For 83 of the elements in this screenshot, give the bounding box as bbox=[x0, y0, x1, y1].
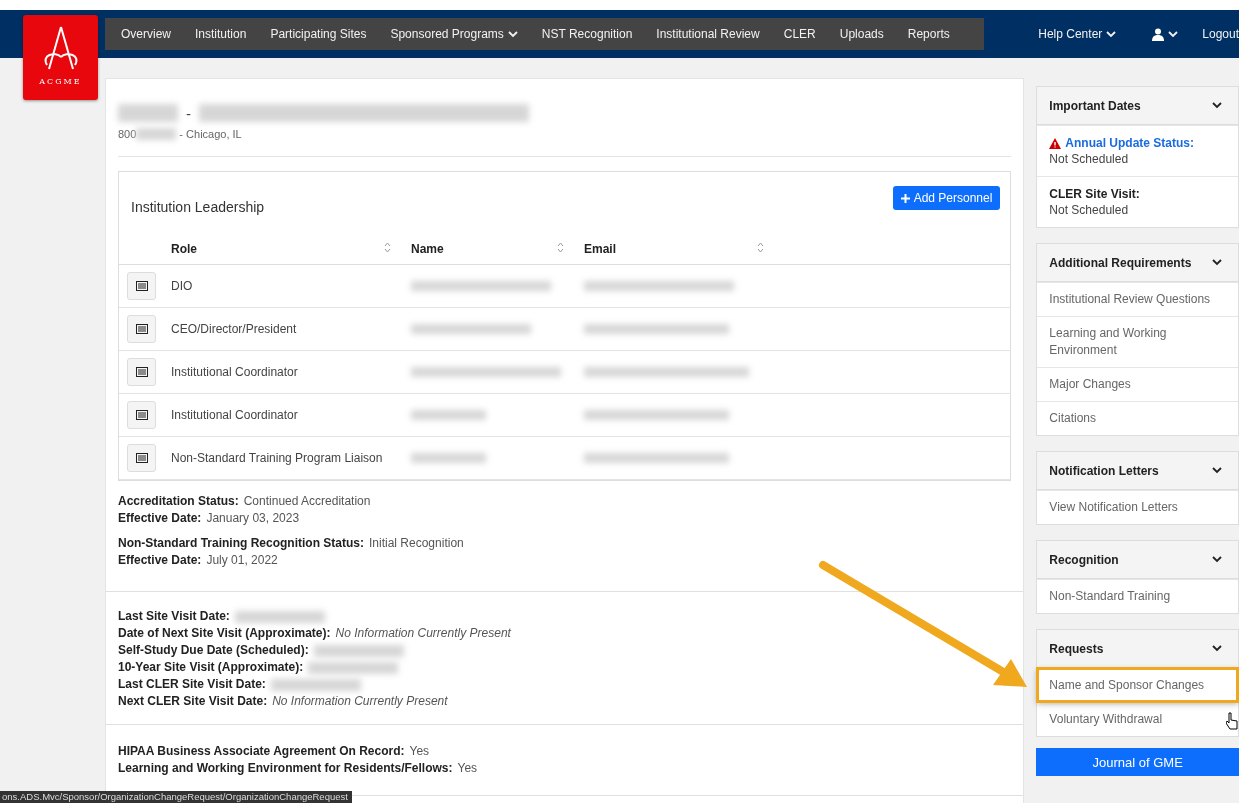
logo-text: ACGME bbox=[39, 77, 82, 86]
site-visit-label: Self-Study Due Date (Scheduled): bbox=[118, 642, 309, 659]
status-line: Effective Date: July 01, 2022 bbox=[118, 552, 279, 569]
nav-link[interactable]: Participating Sites bbox=[258, 27, 379, 41]
agreement-line: HIPAA Business Associate Agreement On Record: Yes bbox=[118, 743, 431, 760]
card-title: Institution Leadership bbox=[131, 199, 265, 215]
journal-button[interactable]: Journal of GME bbox=[1036, 748, 1239, 776]
sort-icon[interactable] bbox=[384, 242, 391, 253]
panel-header[interactable]: Important Dates bbox=[1037, 87, 1238, 125]
sidebar-link[interactable]: Major Changes bbox=[1037, 367, 1238, 401]
agreement-line: Learning and Working Environment for Residents/Fellows: Yes bbox=[118, 760, 479, 777]
sidebar-link[interactable]: View Notification Letters bbox=[1037, 490, 1238, 524]
nav-link[interactable]: Reports bbox=[895, 27, 962, 41]
title-separator: - bbox=[186, 104, 191, 122]
status-line: Accreditation Status: Continued Accreditation bbox=[118, 493, 372, 510]
nav-link[interactable]: NST Recognition bbox=[529, 27, 645, 41]
chevron-down-icon bbox=[1212, 102, 1222, 109]
site-visit-label: Last CLER Site Visit Date: bbox=[118, 676, 266, 693]
chevron-down-icon bbox=[1212, 556, 1222, 563]
details-button[interactable] bbox=[127, 315, 156, 343]
nav-link[interactable]: Overview bbox=[109, 27, 183, 41]
nav-link[interactable]: Institution bbox=[183, 27, 259, 41]
date-label: CLER Site Visit: bbox=[1049, 186, 1141, 202]
institution-location: - Chicago, IL bbox=[179, 128, 242, 140]
role-cell: CEO/Director/President bbox=[171, 322, 297, 336]
column-header[interactable]: Email bbox=[584, 242, 616, 256]
institution-code: 800 bbox=[118, 128, 137, 140]
logo[interactable]: ACGME bbox=[23, 15, 98, 100]
chevron-down-icon bbox=[1212, 467, 1222, 474]
details-button[interactable] bbox=[127, 358, 156, 386]
status-bar-url: ons.ADS.Mvc/Sponsor/OrganizationChangeRequest/OrganizationChangeRequest bbox=[0, 791, 352, 803]
add-personnel-button[interactable]: Add Personnel bbox=[892, 186, 1001, 210]
panel-header[interactable]: Additional Requirements bbox=[1037, 244, 1238, 282]
list-icon bbox=[135, 410, 148, 420]
sidebar-link[interactable]: Institutional Review Questions bbox=[1037, 282, 1238, 316]
date-value: Not Scheduled bbox=[1049, 203, 1129, 217]
column-header[interactable]: Role bbox=[171, 242, 197, 256]
nav-link[interactable]: Sponsored Programs bbox=[378, 27, 530, 41]
panel-header[interactable]: Notification Letters bbox=[1037, 452, 1238, 490]
redacted-text bbox=[118, 104, 178, 122]
user-menu[interactable] bbox=[1152, 27, 1179, 41]
sidebar-link[interactable]: Citations bbox=[1037, 401, 1238, 435]
warning-icon bbox=[1049, 137, 1062, 149]
sidebar-link[interactable]: Name and Sponsor Changes bbox=[1037, 668, 1238, 702]
role-cell: Institutional Coordinator bbox=[171, 408, 298, 422]
sort-icon[interactable] bbox=[757, 242, 764, 253]
chevron-down-icon bbox=[1106, 30, 1117, 38]
chevron-down-icon bbox=[1168, 30, 1179, 38]
sidebar-link[interactable]: Non-Standard Training bbox=[1037, 579, 1238, 613]
date-value: Not Scheduled bbox=[1049, 152, 1129, 166]
panel-header[interactable]: Requests bbox=[1037, 630, 1238, 668]
help-center-menu[interactable]: Help Center bbox=[1026, 27, 1129, 41]
list-icon bbox=[135, 453, 148, 463]
sort-icon[interactable] bbox=[557, 242, 564, 253]
details-button[interactable] bbox=[127, 272, 156, 300]
list-icon bbox=[135, 324, 148, 334]
details-button[interactable] bbox=[127, 401, 156, 429]
status-line: Effective Date: January 03, 2023 bbox=[118, 510, 301, 527]
role-cell: DIO bbox=[171, 279, 193, 293]
role-cell: Non-Standard Training Program Liaison bbox=[171, 451, 383, 465]
nav-link[interactable]: Institutional Review bbox=[644, 27, 772, 41]
redacted-text bbox=[136, 128, 177, 140]
sidebar-link[interactable]: Learning and Working Environment bbox=[1037, 316, 1238, 367]
site-visit-line: Date of Next Site Visit (Approximate): No Information Currently Present bbox=[118, 625, 512, 642]
list-icon bbox=[135, 367, 148, 377]
site-visit-label: 10-Year Site Visit (Approximate): bbox=[118, 659, 304, 676]
site-visit-line: Next CLER Site Visit Date: No Information Currently Present bbox=[118, 693, 449, 710]
role-cell: Institutional Coordinator bbox=[171, 365, 298, 379]
nav-link[interactable]: Uploads bbox=[827, 27, 896, 41]
column-header[interactable]: Name bbox=[411, 242, 444, 256]
chevron-down-icon bbox=[1212, 259, 1222, 266]
status-line: Non-Standard Training Recognition Status: Initial Recognition bbox=[118, 535, 465, 552]
chevron-down-icon bbox=[1212, 645, 1222, 652]
list-icon bbox=[135, 281, 148, 291]
site-visit-label: Last Site Visit Date: bbox=[118, 608, 230, 625]
user-icon bbox=[1152, 27, 1165, 41]
nav-link[interactable]: CLER bbox=[771, 27, 828, 41]
details-button[interactable] bbox=[127, 444, 156, 472]
chevron-down-icon bbox=[507, 30, 518, 38]
date-label[interactable]: Annual Update Status: bbox=[1049, 135, 1226, 151]
panel-header[interactable]: Recognition bbox=[1037, 541, 1238, 579]
plus-icon bbox=[900, 193, 910, 203]
logout-link[interactable]: Logout bbox=[1202, 27, 1239, 41]
